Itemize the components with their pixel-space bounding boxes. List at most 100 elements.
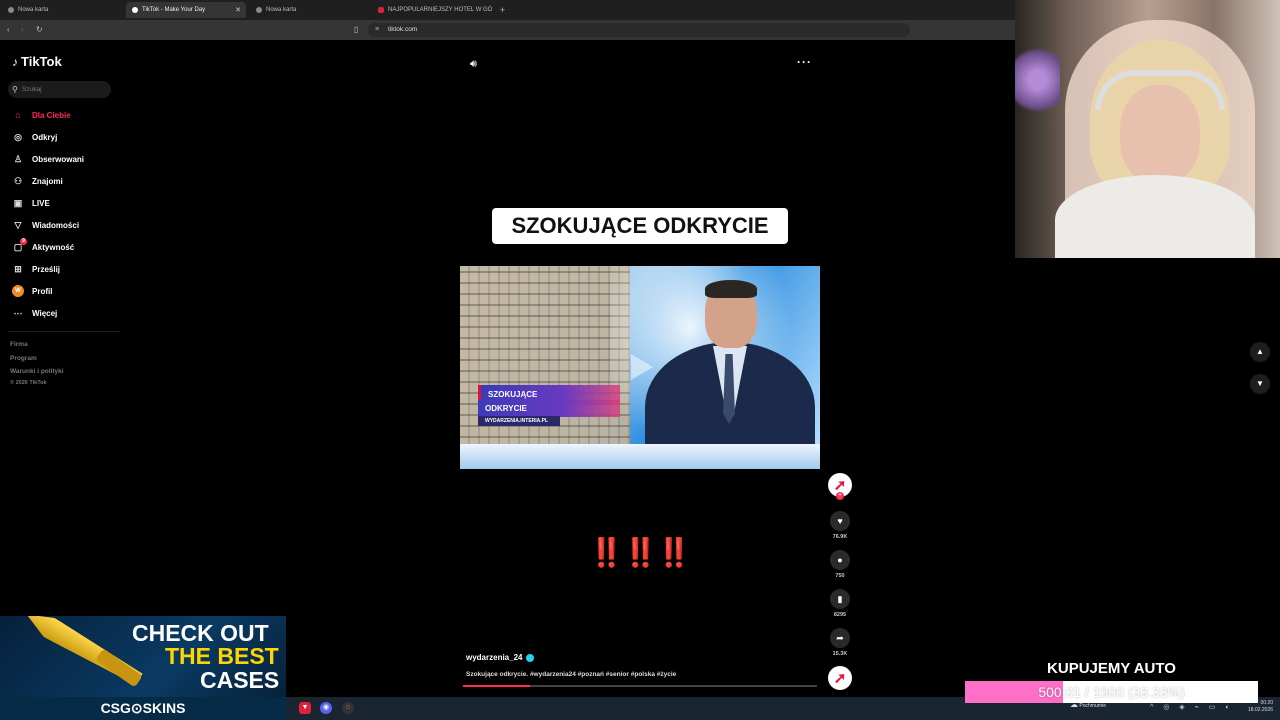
tab-label: NAJPOPULARNIEJSZY HOTEL W GÓ xyxy=(388,7,493,13)
sidebar-divider xyxy=(8,331,120,332)
sidebar-item-live[interactable]: ▣ LIVE xyxy=(12,196,50,210)
friends-icon: ⚇ xyxy=(13,175,23,186)
following-icon: ♙ xyxy=(13,153,23,164)
sidebar-item-following[interactable]: ♙ Obserwowani xyxy=(12,152,84,166)
copyright: © 2026 TikTok xyxy=(10,380,47,386)
url-field[interactable]: ≡ tiktok.com xyxy=(368,23,910,37)
video-author[interactable]: wydarzenia_24 xyxy=(466,653,535,662)
home-icon: ⌂ xyxy=(15,110,21,120)
sidebar-item-for-you[interactable]: ⌂ Dla Ciebie xyxy=(12,108,71,122)
system-tray-icons[interactable]: ^ ◎ ◈ ⌁ ▭ ◐ xyxy=(1150,703,1234,711)
video-progress-fill xyxy=(463,685,531,687)
browser-tab-active[interactable]: TikTok - Make Your Day ✕ xyxy=(126,2,246,18)
youtube-favicon-icon xyxy=(378,7,384,13)
sidebar-item-label: LIVE xyxy=(32,198,50,208)
follow-plus-icon[interactable]: + xyxy=(836,492,844,500)
ad-line-2: THE BEST xyxy=(165,643,279,669)
webcam-hoodie xyxy=(1055,175,1255,258)
brave-taskbar-icon[interactable]: ▼ xyxy=(299,702,311,714)
tab-favicon-icon xyxy=(256,7,262,13)
save-button[interactable]: ▮ 8295 xyxy=(828,589,852,618)
author-name[interactable]: wydarzenia_24 xyxy=(466,653,522,662)
footer-link-company[interactable]: Firma xyxy=(10,341,28,348)
url-text: tiktok.com xyxy=(388,26,418,33)
reload-icon[interactable]: ↻ xyxy=(36,25,43,35)
site-info-icon[interactable]: ≡ xyxy=(375,23,379,37)
lower-third-line-2: ODKRYCIE xyxy=(478,400,620,417)
share-arrow-icon: ➦ xyxy=(830,628,850,648)
video-caption[interactable]: Szokujące odkrycie. #wydarzenia24 #pozna… xyxy=(466,671,676,678)
live-icon: ▣ xyxy=(13,197,23,208)
upload-icon: ⊞ xyxy=(14,263,22,274)
logo-text: TikTok xyxy=(21,54,62,69)
save-count: 8295 xyxy=(833,612,847,618)
news-desk xyxy=(460,444,820,469)
sponsor-ad: CHECK OUT THE BEST CASES xyxy=(0,616,286,697)
browser-tab-bar: Nowa karta TikTok - Make Your Day ✕ Nowa… xyxy=(0,0,1015,20)
volume-icon[interactable]: 🔊︎ xyxy=(470,58,477,71)
tab-label: Nowa karta xyxy=(18,7,49,13)
like-count: 76.9K xyxy=(832,534,848,540)
weather-text: Pochmurnie xyxy=(1079,703,1107,709)
browser-tab[interactable]: Nowa karta xyxy=(2,2,122,18)
browser-tab[interactable]: NAJPOPULARNIEJSZY HOTEL W GÓ xyxy=(372,2,494,18)
obs-taskbar-icon[interactable]: ◌ xyxy=(342,702,354,714)
sidebar-item-messages[interactable]: ▽ Wiadomości xyxy=(12,218,80,232)
webcam-headset xyxy=(1095,70,1225,110)
anchor-hair xyxy=(705,280,757,298)
sidebar-item-label: Prześlij xyxy=(32,264,61,274)
forward-icon[interactable]: › xyxy=(21,25,24,35)
search-input[interactable]: ⚲ Szukaj xyxy=(8,81,111,98)
building-floors xyxy=(460,266,630,469)
footer-link-terms[interactable]: Warunki i polityki xyxy=(10,368,64,375)
sidebar-item-upload[interactable]: ⊞ Prześlij xyxy=(12,262,60,276)
like-button[interactable]: ♥ 76.9K xyxy=(828,511,852,540)
more-icon: ⋯ xyxy=(13,307,23,318)
browser-tab[interactable]: Nowa karta xyxy=(250,2,370,18)
messages-icon: ▽ xyxy=(14,219,22,230)
tiktok-logo[interactable]: ♪ TikTok xyxy=(12,54,62,69)
sidebar-item-more[interactable]: ⋯ Więcej xyxy=(12,306,58,320)
new-tab-button[interactable]: + xyxy=(494,2,510,18)
search-icon: ⚲ xyxy=(12,85,18,94)
verified-badge-icon xyxy=(526,653,535,662)
profile-avatar-icon: W xyxy=(12,285,24,297)
previous-video-button[interactable]: ▲ xyxy=(1250,342,1270,362)
sidebar-item-label: Aktywność xyxy=(32,242,75,252)
comment-icon: ● xyxy=(830,550,850,570)
close-tab-icon[interactable]: ✕ xyxy=(235,6,241,14)
ad-brand: CSG⊙SKINS xyxy=(0,697,286,720)
video-frame[interactable]: SZOKUJĄCE ODKRYCIE WYDARZENIA.INTERIA.PL xyxy=(460,266,820,469)
next-video-button[interactable]: ▼ xyxy=(1250,374,1270,394)
heart-icon: ♥ xyxy=(830,511,850,531)
share-button[interactable]: ➦ 15.3K xyxy=(828,628,852,657)
sidebar-item-label: Dla Ciebie xyxy=(32,110,71,120)
search-placeholder: Szukaj xyxy=(22,86,42,93)
activity-badge: 9 xyxy=(20,238,27,245)
sidebar-item-profile[interactable]: W Profil xyxy=(12,284,52,298)
bookmark-icon[interactable]: ▯ xyxy=(354,25,358,35)
more-options-icon[interactable]: ··· xyxy=(797,55,812,69)
sidebar-item-label: Profil xyxy=(32,286,53,296)
comment-button[interactable]: ● 750 xyxy=(828,550,852,579)
sidebar-item-label: Odkryj xyxy=(32,132,58,142)
sidebar-item-label: Znajomi xyxy=(32,176,63,186)
tab-label: Nowa karta xyxy=(266,7,297,13)
tiktok-favicon-icon xyxy=(132,7,138,13)
sidebar-item-explore[interactable]: ◎ Odkryj xyxy=(12,130,57,144)
knife-handle xyxy=(95,648,143,688)
back-icon[interactable]: ‹ xyxy=(7,25,10,35)
footer-link-program[interactable]: Program xyxy=(10,355,37,362)
tab-label: TikTok - Make Your Day xyxy=(142,7,206,13)
sidebar-item-label: Wiadomości xyxy=(32,220,80,230)
sidebar-item-activity[interactable]: ▢ 9 Aktywność xyxy=(12,238,75,254)
share-count: 15.3K xyxy=(832,651,848,657)
sidebar-item-friends[interactable]: ⚇ Znajomi xyxy=(12,174,63,188)
discord-taskbar-icon[interactable]: ◉ xyxy=(320,702,332,714)
avatar-letter: W xyxy=(12,285,24,297)
sound-disc[interactable]: ➚ xyxy=(828,666,852,690)
sidebar-item-label: Więcej xyxy=(32,308,58,318)
ad-line-1: CHECK OUT xyxy=(132,620,269,646)
compass-icon: ◎ xyxy=(14,131,22,142)
tab-favicon-icon xyxy=(8,7,14,13)
